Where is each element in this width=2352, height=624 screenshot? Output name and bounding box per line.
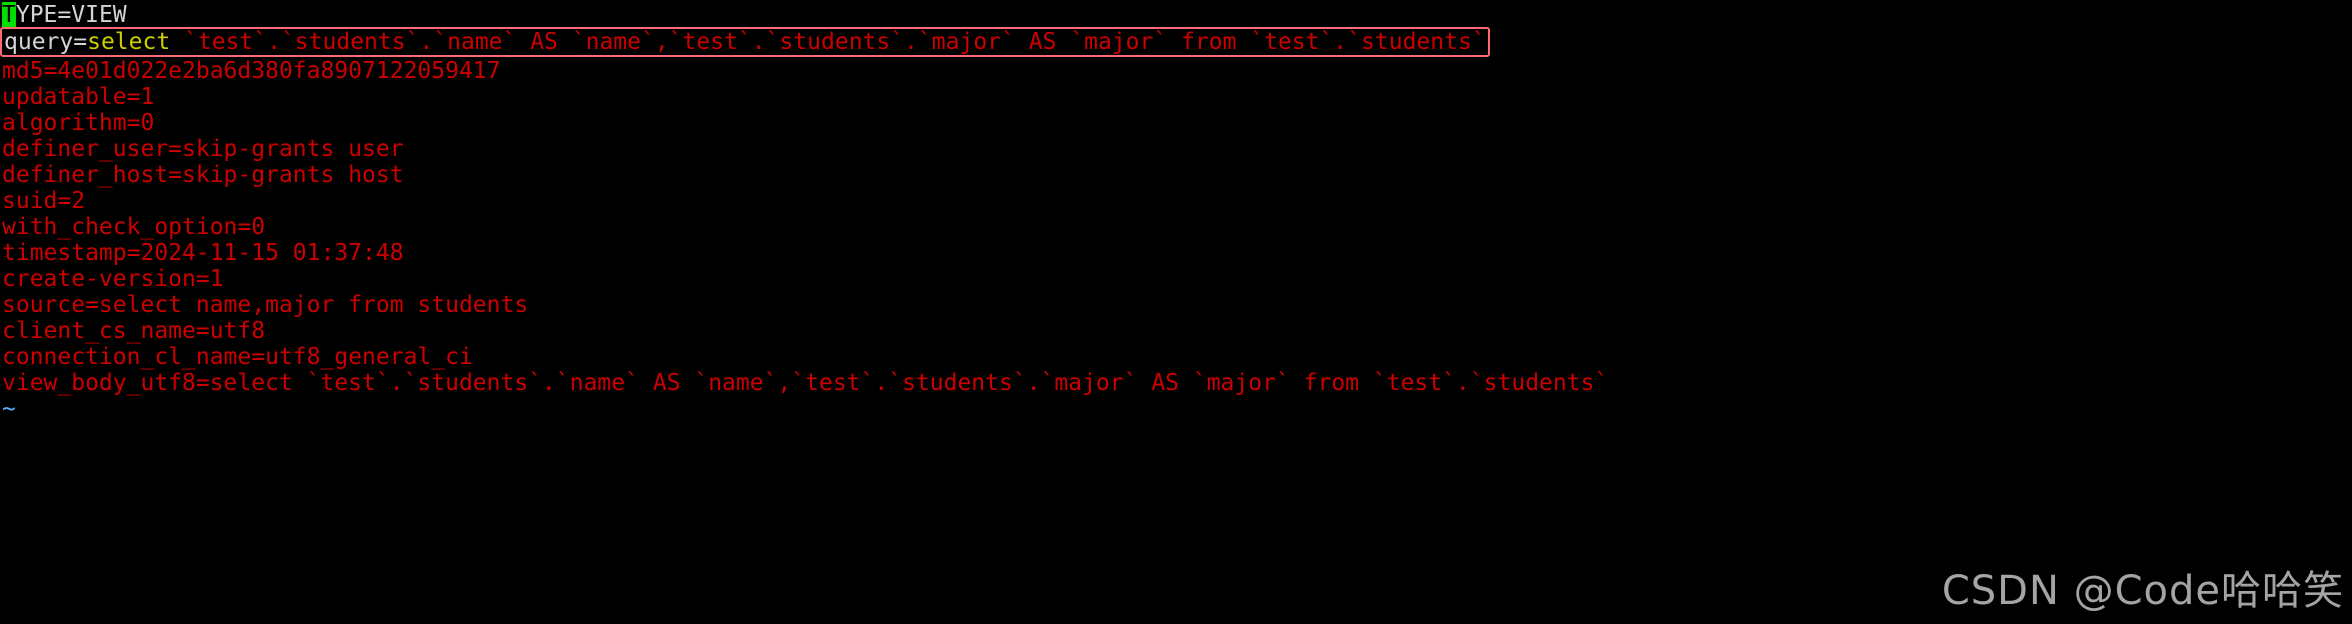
terminal-window: TYPE=VIEW query=select `test`.`students`… xyxy=(0,0,2352,624)
line-type: TYPE=VIEW xyxy=(0,2,2352,28)
line-view-body-utf8: view_body_utf8=select `test`.`students`.… xyxy=(2,370,1609,396)
query-value: `test`.`students`.`name` AS `name`,`test… xyxy=(170,29,1486,55)
query-keyword: select xyxy=(87,29,171,55)
line-create-version: create-version=1 xyxy=(2,266,224,292)
line-md5: md5=4e01d022e2ba6d380fa8907122059417 xyxy=(2,58,501,84)
line-type-text: YPE=VIEW xyxy=(15,2,127,28)
line-timestamp: timestamp=2024-11-15 01:37:48 xyxy=(2,240,404,266)
watermark: CSDN @Code哈哈笑 xyxy=(1941,568,2344,614)
query-highlight-box[interactable]: query=select `test`.`students`.`name` AS… xyxy=(0,27,1490,57)
text-cursor: T xyxy=(2,2,16,28)
line-query: query=select `test`.`students`.`name` AS… xyxy=(0,27,2352,59)
line-source: source=select name,major from students xyxy=(2,292,529,318)
line-algorithm: algorithm=0 xyxy=(2,110,155,136)
line-updatable: updatable=1 xyxy=(2,84,155,110)
line-with-check-option: with_check_option=0 xyxy=(2,214,266,240)
line-connection-cl-name: connection_cl_name=utf8_general_ci xyxy=(2,344,473,370)
query-key: query= xyxy=(4,29,88,55)
line-definer-host: definer_host=skip-grants host xyxy=(2,162,404,188)
empty-line-marker: ~ xyxy=(2,396,16,422)
line-definer-user: definer_user=skip-grants user xyxy=(2,136,404,162)
line-client-cs-name: client_cs_name=utf8 xyxy=(2,318,266,344)
line-suid: suid=2 xyxy=(2,188,86,214)
